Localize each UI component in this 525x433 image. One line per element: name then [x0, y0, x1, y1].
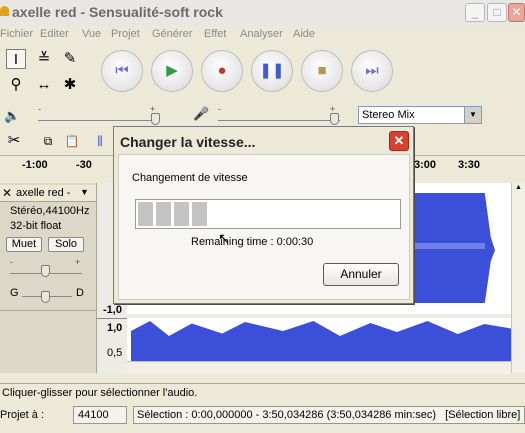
- ruler-label: 3:00: [414, 159, 437, 171]
- scale-label: -1,0: [103, 304, 122, 316]
- selection-bar: Projet à : 44100 Sélection : 0:00,000000…: [0, 400, 525, 433]
- cut-icon[interactable]: ✂: [4, 131, 24, 151]
- stop-button[interactable]: ■: [301, 50, 343, 92]
- menu-projet[interactable]: Projet: [111, 28, 140, 40]
- horizontal-scrollbar[interactable]: [127, 361, 511, 374]
- status-hint: Cliquer-glisser pour sélectionner l'audi…: [2, 387, 198, 399]
- menu-aide[interactable]: Aide: [293, 28, 315, 40]
- mute-button[interactable]: Muet: [6, 237, 42, 252]
- menu-editer[interactable]: Editer: [40, 28, 69, 40]
- output-volume-track: [38, 120, 160, 121]
- dialog-message: Changement de vitesse: [132, 172, 248, 184]
- track-control-panel: ✕ axelle red - ▼ Stéréo,44100Hz 32-bit f…: [0, 183, 97, 373]
- input-device-select[interactable]: Stereo Mix ▼: [358, 106, 482, 124]
- play-button[interactable]: ▶: [151, 50, 193, 92]
- selection-tool-icon[interactable]: I: [6, 49, 26, 69]
- zoom-tool-icon[interactable]: ⚲: [6, 75, 26, 95]
- timeshift-tool-icon[interactable]: ↔: [34, 75, 54, 95]
- paste-icon[interactable]: 📋: [62, 131, 82, 151]
- input-device-value: Stereo Mix: [362, 109, 415, 121]
- mouse-cursor-icon: ↖: [218, 230, 230, 246]
- close-button[interactable]: ✕: [508, 3, 525, 22]
- ruler-label: -1:00: [22, 159, 48, 171]
- track-name[interactable]: axelle red -: [16, 187, 70, 199]
- selection-field: Sélection : 0:00,000000 - 3:50,034286 (3…: [133, 406, 525, 424]
- scale-label: 0,5: [107, 347, 123, 359]
- divider: [127, 314, 511, 318]
- project-rate-label: Projet à :: [0, 409, 45, 421]
- window-title: axelle red - Sensualité-soft rock: [12, 4, 223, 20]
- gain-slider[interactable]: [41, 265, 50, 277]
- track-header: ✕ axelle red - ▼: [0, 185, 96, 202]
- remaining-time: Remaining time : 0:00:30: [191, 236, 314, 248]
- gain-plus: +: [75, 257, 81, 267]
- change-speed-dialog: Changer la vitesse... ✕ Changement de vi…: [113, 126, 414, 304]
- record-button[interactable]: ●: [201, 50, 243, 92]
- chevron-down-icon[interactable]: ▼: [464, 107, 481, 123]
- maximize-button[interactable]: □: [487, 3, 507, 22]
- ruler-label: -30: [76, 159, 92, 171]
- scale-label: 1,0: [107, 322, 123, 334]
- title-bar: axelle red - Sensualité-soft rock _ □ ✕: [0, 0, 525, 26]
- selection-mode: [Sélection libre]: [445, 409, 521, 421]
- pan-left-label: G: [10, 287, 19, 299]
- progress-block: [156, 202, 171, 226]
- cancel-button[interactable]: Annuler: [323, 263, 399, 286]
- waveform-center-line: [410, 243, 485, 249]
- tools-palette: I ≚ ✎ ⚲ ↔ ✱: [4, 48, 98, 96]
- close-icon[interactable]: ✕: [389, 131, 409, 151]
- status-bar: Cliquer-glisser pour sélectionner l'audi…: [0, 383, 525, 401]
- project-rate-input[interactable]: 44100: [73, 406, 127, 424]
- trim-icon[interactable]: ⫼: [90, 131, 110, 151]
- progress-block: [138, 202, 153, 226]
- pan-right-label: D: [76, 287, 84, 299]
- menu-generer[interactable]: Générer: [152, 28, 192, 40]
- skip-to-start-button[interactable]: ⏮: [101, 50, 143, 92]
- output-volume-slider[interactable]: [151, 113, 160, 125]
- menu-vue[interactable]: Vue: [82, 28, 101, 40]
- progress-block: [174, 202, 189, 226]
- copy-icon[interactable]: ⧉: [38, 131, 58, 151]
- scroll-up-icon[interactable]: ▲: [513, 184, 524, 195]
- track-close-icon[interactable]: ✕: [2, 186, 12, 200]
- input-volume-track: [218, 120, 340, 121]
- app-icon: [0, 6, 9, 16]
- menu-fichier[interactable]: Fichier: [0, 28, 33, 40]
- selection-text: Sélection : 0:00,000000 - 3:50,034286 (3…: [137, 409, 437, 421]
- divider: [97, 318, 127, 319]
- menu-effet[interactable]: Effet: [204, 28, 226, 40]
- speaker-icon: 🔈: [4, 108, 21, 123]
- dialog-body: Changement de vitesse Remaining time : 0…: [118, 154, 410, 300]
- microphone-icon: 🎤: [193, 106, 210, 121]
- ruler-label: 3:30: [458, 159, 481, 171]
- track-menu-icon[interactable]: ▼: [80, 187, 89, 197]
- minimize-button[interactable]: _: [465, 3, 485, 22]
- progress-block: [192, 202, 207, 226]
- divider: [0, 310, 96, 311]
- output-volume-minus: -: [38, 104, 41, 114]
- dialog-title: Changer la vitesse...: [120, 134, 256, 150]
- progress-bar: [135, 199, 401, 229]
- vertical-scrollbar[interactable]: ▲: [511, 183, 525, 373]
- solo-button[interactable]: Solo: [48, 237, 84, 252]
- track-format: Stéréo,44100Hz: [10, 205, 90, 217]
- draw-tool-icon[interactable]: ✎: [60, 49, 80, 69]
- multi-tool-icon[interactable]: ✱: [60, 75, 80, 95]
- menu-analyser[interactable]: Analyser: [240, 28, 283, 40]
- pause-button[interactable]: ❚❚: [251, 50, 293, 92]
- input-volume-minus: -: [218, 104, 221, 114]
- track-bitdepth: 32-bit float: [10, 220, 62, 232]
- input-volume-slider[interactable]: [330, 113, 339, 125]
- envelope-tool-icon[interactable]: ≚: [34, 49, 54, 69]
- gain-minus: -: [10, 257, 13, 267]
- pan-slider[interactable]: [41, 291, 50, 303]
- skip-to-end-button[interactable]: ⏭: [351, 50, 393, 92]
- menu-bar: Fichier Editer Vue Projet Générer Effet …: [0, 26, 525, 44]
